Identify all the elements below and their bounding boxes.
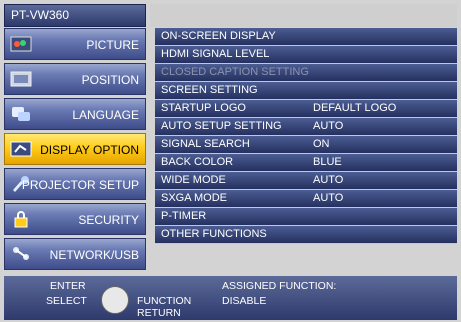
row-name: BACK COLOR bbox=[161, 156, 234, 168]
row-name: P-TIMER bbox=[161, 210, 207, 222]
row-name: SCREEN SETTING bbox=[161, 84, 258, 96]
picture-icon bbox=[10, 36, 32, 52]
menu-label: POSITION bbox=[81, 73, 139, 87]
function-hint: FUNCTION bbox=[137, 295, 192, 307]
header-strip bbox=[150, 4, 457, 27]
lock-icon bbox=[14, 211, 28, 228]
dpad-icon bbox=[101, 286, 129, 314]
network-icon bbox=[13, 247, 29, 260]
help-footer: ENTER SELECT FUNCTION RETURN ASSIGNED FU… bbox=[4, 276, 457, 320]
row-value: AUTO bbox=[313, 174, 344, 186]
row-value: AUTO bbox=[313, 120, 344, 132]
row-name: SXGA MODE bbox=[161, 192, 228, 204]
menu-label: PICTURE bbox=[86, 38, 139, 52]
model-title: PT-VW360 bbox=[4, 4, 146, 27]
menu-label: NETWORK/USB bbox=[49, 248, 139, 262]
submenu-row-other-functions[interactable]: OTHER FUNCTIONS bbox=[155, 226, 457, 244]
row-value: DEFAULT LOGO bbox=[313, 102, 397, 114]
row-value: BLUE bbox=[313, 156, 342, 168]
menu-label: PROJECTOR SETUP bbox=[21, 178, 139, 192]
submenu-row-on-screen-display[interactable]: ON-SCREEN DISPLAY bbox=[155, 28, 457, 46]
submenu-row-p-timer[interactable]: P-TIMER bbox=[155, 208, 457, 226]
submenu-row-hdmi-signal-level[interactable]: HDMI SIGNAL LEVEL bbox=[155, 46, 457, 64]
row-value: ON bbox=[313, 138, 330, 150]
row-name: SIGNAL SEARCH bbox=[161, 138, 250, 150]
menu-item-projector-setup[interactable]: PROJECTOR SETUP bbox=[4, 168, 146, 200]
submenu-row-wide-mode[interactable]: WIDE MODE AUTO bbox=[155, 172, 457, 190]
main-menu: PICTURE POSITION LANGUAGE DISPLAY OPTION… bbox=[4, 28, 146, 273]
row-name: OTHER FUNCTIONS bbox=[161, 228, 267, 240]
display-option-icon bbox=[10, 141, 32, 157]
submenu-row-screen-setting[interactable]: SCREEN SETTING bbox=[155, 82, 457, 100]
submenu-row-auto-setup-setting[interactable]: AUTO SETUP SETTING AUTO bbox=[155, 118, 457, 136]
menu-label: LANGUAGE bbox=[72, 108, 139, 122]
row-value: AUTO bbox=[313, 192, 344, 204]
menu-item-picture[interactable]: PICTURE bbox=[4, 28, 146, 60]
enter-hint: ENTER bbox=[50, 280, 86, 292]
return-hint: RETURN bbox=[137, 307, 181, 319]
display-option-submenu: ON-SCREEN DISPLAY HDMI SIGNAL LEVEL CLOS… bbox=[155, 28, 457, 244]
submenu-row-closed-caption-setting: CLOSED CAPTION SETTING bbox=[155, 64, 457, 82]
row-name: WIDE MODE bbox=[161, 174, 226, 186]
submenu-row-back-color[interactable]: BACK COLOR BLUE bbox=[155, 154, 457, 172]
menu-item-network-usb[interactable]: NETWORK/USB bbox=[4, 238, 146, 270]
submenu-row-startup-logo[interactable]: STARTUP LOGO DEFAULT LOGO bbox=[155, 100, 457, 118]
language-icon bbox=[12, 107, 30, 121]
select-hint: SELECT bbox=[46, 295, 87, 307]
row-name: HDMI SIGNAL LEVEL bbox=[161, 48, 270, 60]
row-name: STARTUP LOGO bbox=[161, 102, 246, 114]
assigned-function-value: DISABLE bbox=[222, 295, 267, 307]
submenu-row-signal-search[interactable]: SIGNAL SEARCH ON bbox=[155, 136, 457, 154]
menu-item-security[interactable]: SECURITY bbox=[4, 203, 146, 235]
row-name: ON-SCREEN DISPLAY bbox=[161, 30, 276, 42]
row-name: CLOSED CAPTION SETTING bbox=[161, 66, 309, 78]
submenu-row-sxga-mode[interactable]: SXGA MODE AUTO bbox=[155, 190, 457, 208]
menu-label: DISPLAY OPTION bbox=[40, 143, 139, 157]
menu-label: SECURITY bbox=[78, 213, 139, 227]
row-name: AUTO SETUP SETTING bbox=[161, 120, 282, 132]
position-icon bbox=[10, 71, 32, 87]
menu-item-language[interactable]: LANGUAGE bbox=[4, 98, 146, 130]
menu-item-display-option[interactable]: DISPLAY OPTION bbox=[4, 133, 146, 165]
menu-item-position[interactable]: POSITION bbox=[4, 63, 146, 95]
assigned-function-label: ASSIGNED FUNCTION: bbox=[222, 280, 337, 292]
